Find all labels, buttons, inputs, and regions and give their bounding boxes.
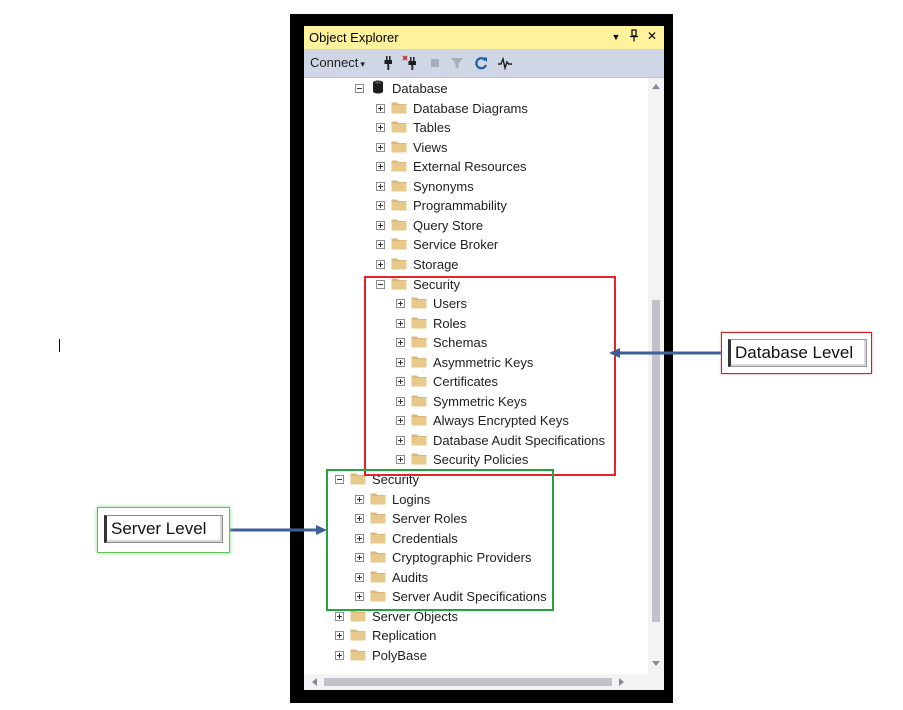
database-level-callout: Database Level <box>721 332 872 374</box>
folder-icon <box>391 199 407 211</box>
tree-node-label: Views <box>413 139 448 155</box>
object-explorer-toolbar: Connect ▾ <box>304 49 664 78</box>
database-level-highlight-box <box>364 276 616 476</box>
expand-icon[interactable] <box>376 201 385 211</box>
server-level-highlight-box <box>326 469 554 611</box>
pin-icon[interactable] <box>627 29 641 46</box>
folder-icon <box>391 160 407 172</box>
expand-icon[interactable] <box>335 631 344 641</box>
close-icon[interactable]: ✕ <box>645 29 659 44</box>
stop-icon[interactable] <box>427 55 443 71</box>
server-level-label: Server Level <box>104 515 223 543</box>
expand-icon[interactable] <box>376 259 385 269</box>
connect-button[interactable]: Connect ▾ <box>308 53 367 73</box>
connect-dropdown-caret: ▾ <box>360 59 365 69</box>
expand-icon[interactable] <box>376 220 385 230</box>
folder-icon <box>391 180 407 192</box>
activity-monitor-icon[interactable] <box>497 55 513 71</box>
tree-node-label: Database <box>392 81 448 96</box>
horizontal-scrollbar[interactable] <box>304 674 648 690</box>
folder-icon <box>391 238 407 250</box>
horizontal-scroll-thumb[interactable] <box>324 678 612 686</box>
tree-node-label: Programmability <box>413 198 507 214</box>
tree-node-label: Tables <box>413 120 451 136</box>
text-cursor <box>59 339 60 352</box>
tree-node-label: Query Store <box>413 217 484 233</box>
tree-node-label: Service Broker <box>413 237 499 253</box>
tree-node-label: Database Diagrams <box>413 100 528 116</box>
tree-node-label: Replication <box>372 628 437 644</box>
collapse-icon[interactable] <box>355 84 364 93</box>
refresh-icon[interactable] <box>473 55 489 71</box>
folder-icon <box>391 258 407 270</box>
tree-node-label: PolyBase <box>372 647 427 663</box>
database-icon <box>373 80 383 94</box>
expand-icon[interactable] <box>376 162 385 172</box>
scrollbar-corner <box>648 674 664 690</box>
object-explorer-title-bar[interactable]: Object Explorer ▼ ✕ <box>304 26 664 49</box>
scroll-left-arrow-icon[interactable] <box>312 678 317 686</box>
scroll-right-arrow-icon[interactable] <box>619 678 624 686</box>
expand-icon[interactable] <box>376 103 385 113</box>
tree-node-label: External Resources <box>413 159 527 175</box>
expand-icon[interactable] <box>376 123 385 133</box>
tree-node-label: Synonyms <box>413 178 474 194</box>
folder-icon <box>391 102 407 114</box>
connect-label: Connect <box>310 55 359 70</box>
expand-icon[interactable] <box>376 142 385 152</box>
window-title: Object Explorer <box>309 30 399 45</box>
vertical-scroll-thumb[interactable] <box>652 300 660 622</box>
scroll-up-arrow-icon[interactable] <box>652 84 660 89</box>
scroll-down-arrow-icon[interactable] <box>652 661 660 666</box>
folder-icon <box>391 219 407 231</box>
expand-icon[interactable] <box>376 240 385 250</box>
expand-icon[interactable] <box>335 650 344 660</box>
folder-icon <box>350 629 366 641</box>
expand-icon[interactable] <box>335 611 344 621</box>
filter-icon[interactable] <box>449 55 465 71</box>
disconnect-plug-icon[interactable] <box>402 55 418 71</box>
folder-icon <box>391 141 407 153</box>
vertical-scrollbar[interactable] <box>648 78 664 674</box>
expand-icon[interactable] <box>376 181 385 191</box>
server-level-callout: Server Level <box>97 507 230 553</box>
connect-plug-icon[interactable] <box>380 55 396 71</box>
tree-node-label: Storage <box>413 256 459 272</box>
folder-icon <box>350 649 366 661</box>
database-level-label: Database Level <box>728 339 867 367</box>
window-menu-dropdown-icon[interactable]: ▼ <box>609 30 623 45</box>
folder-icon <box>391 121 407 133</box>
